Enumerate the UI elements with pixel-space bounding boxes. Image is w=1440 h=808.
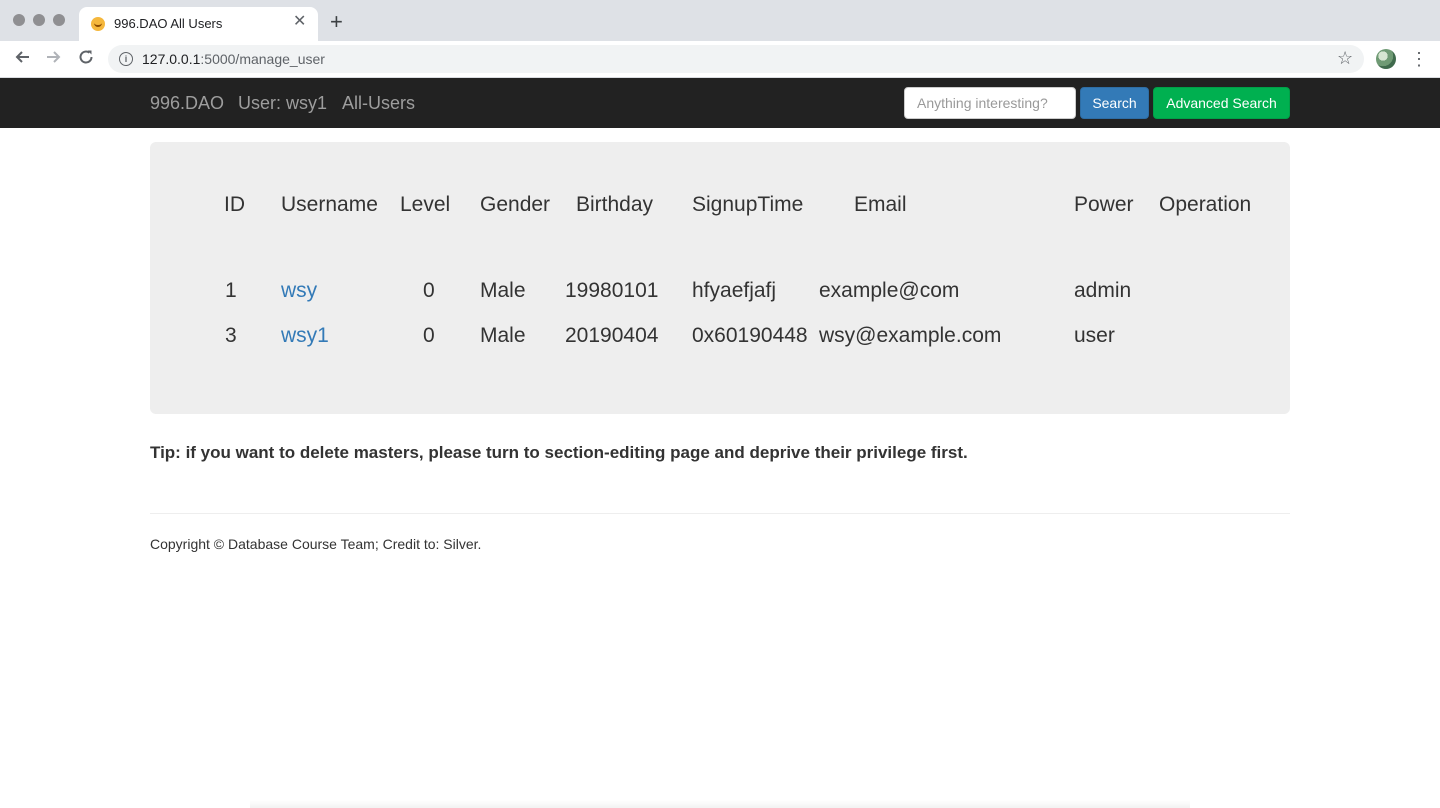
- nav-all-users-link[interactable]: All-Users: [342, 93, 415, 114]
- site-navbar: 996.DAO User: wsy1 All-Users Search Adva…: [0, 78, 1440, 128]
- forward-arrow-icon[interactable]: [43, 48, 65, 70]
- cell-power: admin: [1074, 279, 1132, 302]
- tab-close-icon[interactable]: ✕: [293, 14, 306, 30]
- cell-power: user: [1074, 324, 1115, 347]
- col-header-username: Username: [281, 193, 378, 216]
- users-table-panel: ID Username Level Gender Birthday Signup…: [150, 142, 1290, 414]
- col-header-birthday: Birthday: [576, 193, 654, 216]
- col-header-signup: SignupTime: [692, 193, 804, 216]
- bottom-shadow: [250, 800, 1190, 808]
- col-header-level: Level: [400, 193, 451, 216]
- cell-email: example@com: [819, 279, 960, 302]
- cell-birthday: 19980101: [565, 279, 659, 302]
- back-arrow-icon[interactable]: [11, 48, 33, 70]
- cell-level: 0: [423, 279, 435, 302]
- tab-title: 996.DAO All Users: [114, 16, 223, 31]
- col-header-power: Power: [1074, 193, 1134, 216]
- search-button[interactable]: Search: [1080, 87, 1149, 119]
- cell-gender: Male: [480, 279, 526, 302]
- footer-copyright: Copyright © Database Course Team; Credit…: [150, 536, 482, 552]
- tip-text: Tip: if you want to delete masters, plea…: [150, 443, 968, 462]
- info-icon[interactable]: i: [119, 52, 133, 66]
- col-header-email: Email: [854, 193, 907, 216]
- browser-tab[interactable]: 996.DAO All Users ✕: [79, 7, 318, 41]
- col-header-id: ID: [224, 193, 245, 216]
- cell-birthday: 20190404: [565, 324, 659, 347]
- nav-user-link[interactable]: User: wsy1: [238, 93, 327, 114]
- col-header-gender: Gender: [480, 193, 551, 216]
- new-tab-button[interactable]: +: [330, 11, 343, 33]
- browser-tab-strip: 996.DAO All Users ✕ +: [0, 0, 1440, 41]
- window-minimize-dot[interactable]: [33, 14, 45, 26]
- star-icon[interactable]: ☆: [1337, 48, 1353, 69]
- favicon: [91, 17, 105, 31]
- window-zoom-dot[interactable]: [53, 14, 65, 26]
- brand-link[interactable]: 996.DAO: [150, 93, 224, 114]
- url-path: :5000/manage_user: [200, 51, 325, 67]
- col-header-operation: Operation: [1159, 193, 1252, 216]
- search-input[interactable]: [904, 87, 1076, 119]
- url-host: 127.0.0.1: [142, 51, 201, 67]
- footer-divider: [150, 513, 1290, 514]
- reload-icon[interactable]: [75, 48, 97, 70]
- username-link[interactable]: wsy1: [281, 324, 329, 348]
- cell-gender: Male: [480, 324, 526, 347]
- kebab-menu-icon[interactable]: ⋮: [1410, 48, 1428, 70]
- cell-signup: 0x60190448: [692, 324, 808, 347]
- cell-email: wsy@example.com: [819, 324, 1002, 347]
- window-close-dot[interactable]: [13, 14, 25, 26]
- cell-id: 3: [225, 324, 237, 347]
- cell-signup: hfyaefjafj: [692, 279, 777, 302]
- cell-level: 0: [423, 324, 435, 347]
- username-link[interactable]: wsy: [281, 279, 317, 303]
- url-text[interactable]: 127.0.0.1:5000/manage_user: [142, 51, 325, 67]
- cell-id: 1: [225, 279, 237, 302]
- address-bar[interactable]: i 127.0.0.1:5000/manage_user ☆: [108, 45, 1364, 73]
- advanced-search-button[interactable]: Advanced Search: [1153, 87, 1290, 119]
- profile-avatar[interactable]: [1376, 49, 1396, 69]
- browser-toolbar: i 127.0.0.1:5000/manage_user ☆ ⋮: [0, 41, 1440, 78]
